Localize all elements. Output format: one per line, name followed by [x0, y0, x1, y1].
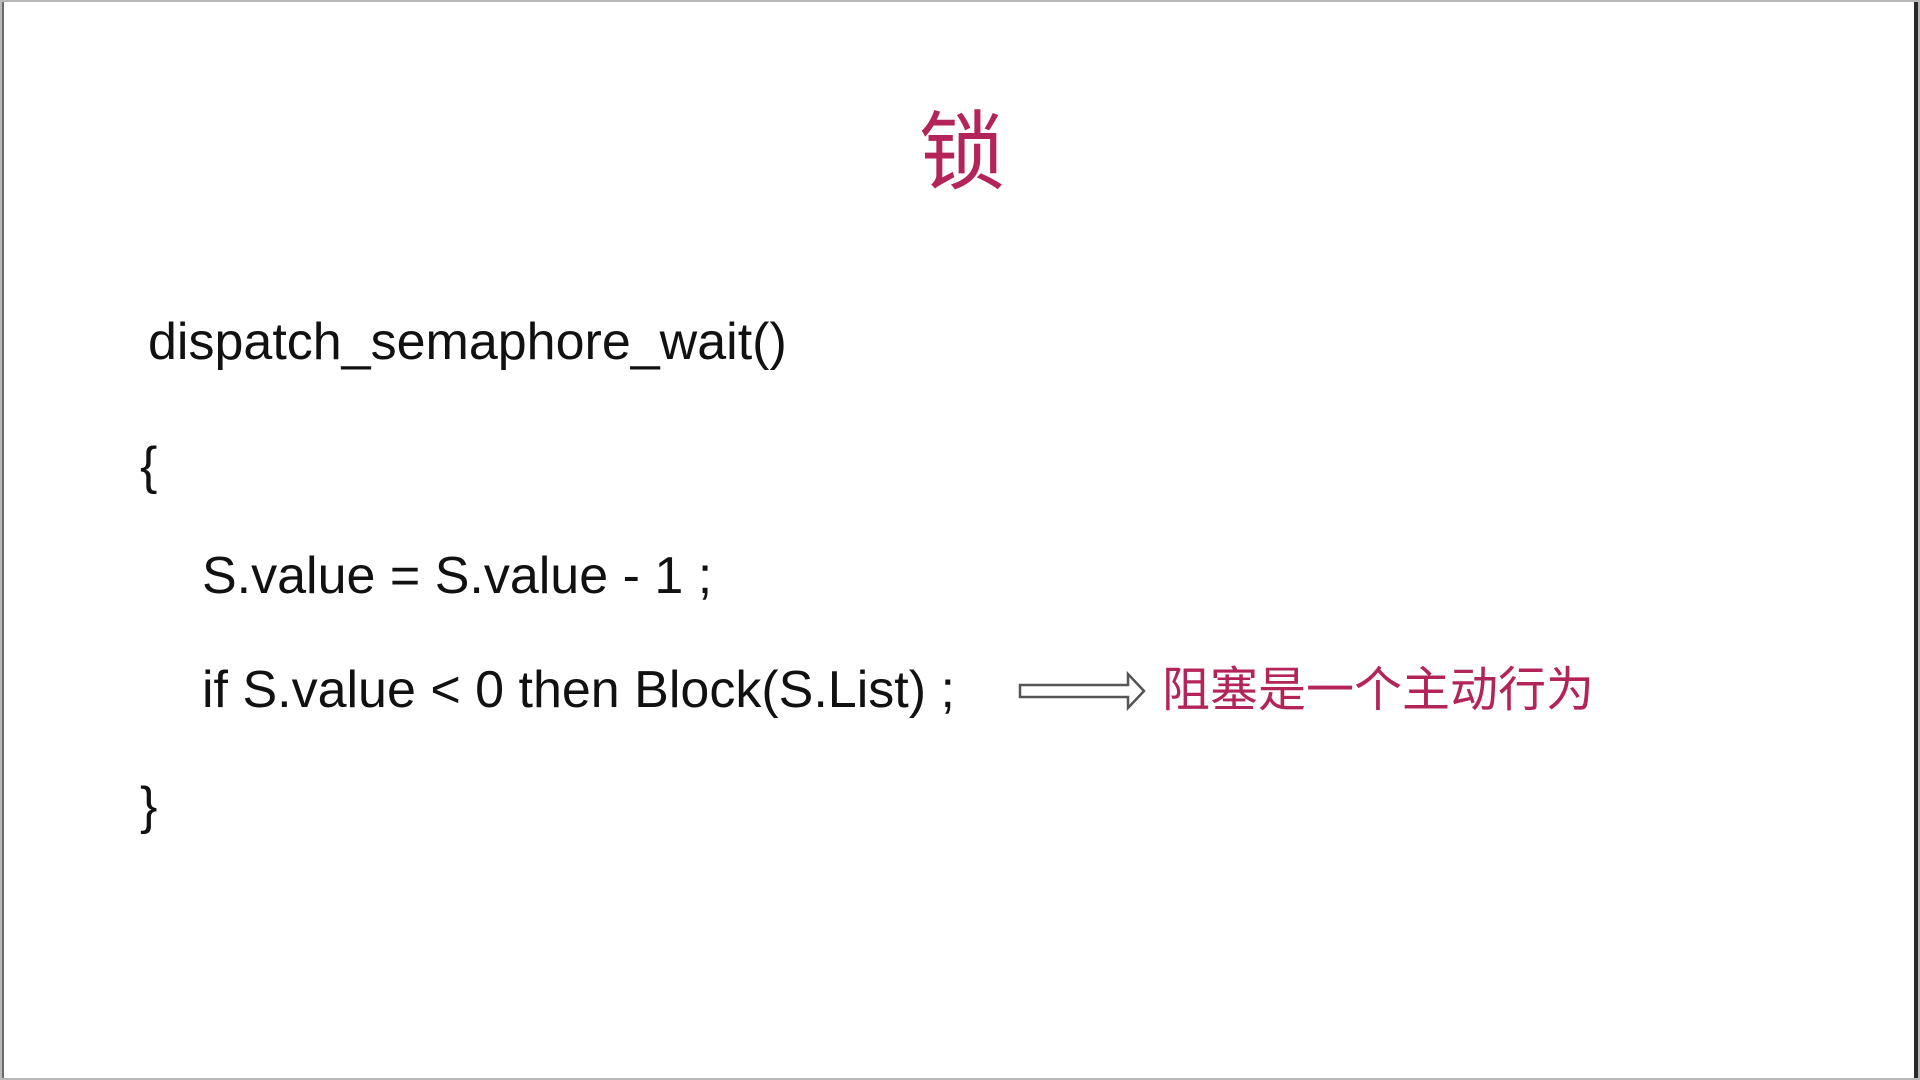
code-signature: dispatch_semaphore_wait()	[148, 313, 787, 371]
slide: 锁 dispatch_semaphore_wait() { S.value = …	[0, 0, 1920, 1080]
slide-title: 锁	[919, 103, 1005, 203]
code-close-brace: }	[140, 777, 158, 835]
right-arrow-icon	[1018, 670, 1146, 712]
code-decrement-line: S.value = S.value - 1 ;	[202, 547, 713, 605]
blocking-note: 阻塞是一个主动行为	[1162, 662, 1595, 718]
code-open-brace: {	[140, 437, 158, 495]
code-condition-line: if S.value < 0 then Block(S.List) ;	[202, 661, 955, 719]
